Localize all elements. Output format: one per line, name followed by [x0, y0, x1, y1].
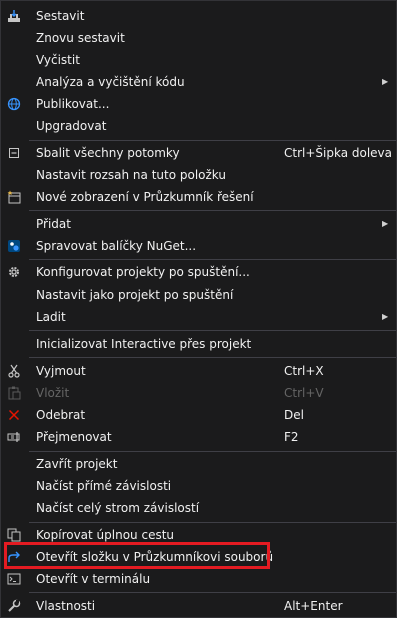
menu-item-label: Vyčistit [36, 53, 80, 67]
menu-item-label: Konfigurovat projekty po spuštění... [36, 265, 250, 279]
terminal-icon [6, 571, 22, 587]
menu-item-label: Nové zobrazení v Průzkumník řešení [36, 190, 254, 204]
context-menu: Sestavit Znovu sestavit Vyčistit Analýza… [0, 0, 397, 618]
copy-icon [6, 527, 22, 543]
menu-separator [29, 140, 396, 141]
menu-item-rename[interactable]: Přejmenovat F2 [1, 426, 396, 448]
menu-separator [29, 522, 396, 523]
menu-item-shortcut: Del [284, 408, 304, 422]
submenu-arrow-icon: ▶ [382, 219, 389, 228]
menu-separator [29, 330, 396, 331]
menu-item-shortcut: Alt+Enter [284, 599, 343, 613]
menu-item-label: Vyjmout [36, 364, 86, 378]
collapse-icon [6, 145, 22, 161]
menu-separator [29, 592, 396, 593]
menu-item-shortcut: F2 [284, 430, 299, 444]
menu-item-close-project[interactable]: Zavřít projekt [1, 453, 396, 475]
menu-item-label: Znovu sestavit [36, 31, 125, 45]
menu-item-label: Vložit [36, 386, 70, 400]
menu-item-shortcut: Ctrl+X [284, 364, 324, 378]
menu-item-init-interactive[interactable]: Inicializovat Interactive přes projekt [1, 333, 396, 355]
menu-item-scope-to-this[interactable]: Nastavit rozsah na tuto položku [1, 164, 396, 186]
rename-icon [6, 429, 22, 445]
menu-item-label: Analýza a vyčištění kódu [36, 75, 185, 89]
menu-item-label: Publikovat... [36, 97, 110, 111]
menu-item-label: Načíst celý strom závislostí [36, 501, 200, 515]
submenu-arrow-icon: ▶ [382, 77, 389, 86]
menu-item-new-solution-explorer-view[interactable]: Nové zobrazení v Průzkumník řešení [1, 186, 396, 208]
menu-item-label: Vlastnosti [36, 599, 96, 613]
menu-item-upgrade[interactable]: Upgradovat [1, 115, 396, 137]
menu-item-manage-nuget[interactable]: Spravovat balíčky NuGet... [1, 235, 396, 257]
build-icon [6, 8, 22, 24]
menu-item-paste[interactable]: Vložit Ctrl+V [1, 382, 396, 404]
menu-item-label: Přejmenovat [36, 430, 112, 444]
wrench-icon [6, 598, 22, 614]
menu-item-remove[interactable]: Odebrat Del [1, 404, 396, 426]
menu-item-load-dependency-tree[interactable]: Načíst celý strom závislostí [1, 497, 396, 519]
paste-icon [6, 385, 22, 401]
menu-item-cut[interactable]: Vyjmout Ctrl+X [1, 360, 396, 382]
menu-item-label: Spravovat balíčky NuGet... [36, 239, 197, 253]
menu-item-collapse-all[interactable]: Sbalit všechny potomky Ctrl+Šipka doleva [1, 142, 396, 164]
menu-item-load-direct-dependencies[interactable]: Načíst přímé závislosti [1, 475, 396, 497]
menu-separator [29, 210, 396, 211]
menu-item-debug[interactable]: Ladit ▶ [1, 306, 396, 328]
menu-item-properties[interactable]: Vlastnosti Alt+Enter [1, 595, 396, 617]
menu-item-rebuild[interactable]: Znovu sestavit [1, 27, 396, 49]
menu-item-label: Inicializovat Interactive přes projekt [36, 337, 252, 351]
menu-item-label: Zavřít projekt [36, 457, 118, 471]
menu-item-open-in-terminal[interactable]: Otevřít v terminálu [1, 568, 396, 590]
menu-item-label: Načíst přímé závislosti [36, 479, 172, 493]
menu-item-label: Nastavit jako projekt po spuštění [36, 288, 234, 302]
menu-separator [29, 259, 396, 260]
menu-separator [29, 451, 396, 452]
gear-icon [6, 264, 22, 280]
menu-item-add[interactable]: Přidat ▶ [1, 213, 396, 235]
menu-item-label: Upgradovat [36, 119, 107, 133]
menu-item-label: Odebrat [36, 408, 86, 422]
menu-item-configure-startup[interactable]: Konfigurovat projekty po spuštění... [1, 261, 396, 283]
menu-item-shortcut: Ctrl+V [284, 386, 324, 400]
menu-separator [29, 357, 396, 358]
globe-icon [6, 96, 22, 112]
menu-item-publish[interactable]: Publikovat... [1, 93, 396, 115]
scissors-icon [6, 363, 22, 379]
submenu-arrow-icon: ▶ [382, 312, 389, 321]
menu-item-label: Sbalit všechny potomky [36, 146, 180, 160]
menu-item-label: Sestavit [36, 9, 85, 23]
menu-item-label: Nastavit rozsah na tuto položku [36, 168, 226, 182]
menu-item-build[interactable]: Sestavit [1, 5, 396, 27]
menu-item-label: Kopírovat úplnou cestu [36, 528, 175, 542]
menu-item-analyze-cleanup[interactable]: Analýza a vyčištění kódu ▶ [1, 71, 396, 93]
menu-item-shortcut: Ctrl+Šipka doleva [284, 146, 393, 160]
menu-item-label: Otevřít v terminálu [36, 572, 151, 586]
highlight-box [4, 542, 270, 569]
menu-item-set-startup[interactable]: Nastavit jako projekt po spuštění [1, 284, 396, 306]
new-view-icon [6, 189, 22, 205]
menu-item-clean[interactable]: Vyčistit [1, 49, 396, 71]
menu-item-label: Ladit [36, 310, 66, 324]
menu-item-label: Přidat [36, 217, 71, 231]
nuget-icon [6, 238, 22, 254]
delete-icon [6, 407, 22, 423]
